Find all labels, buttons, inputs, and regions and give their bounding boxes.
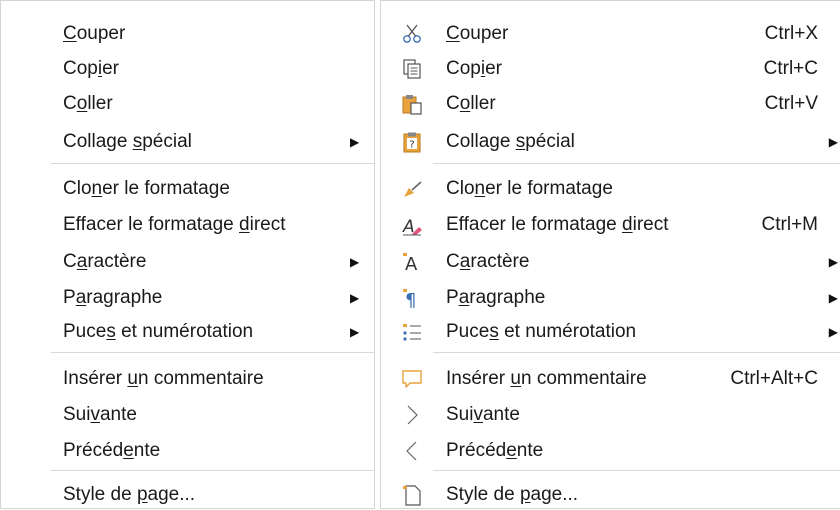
menu-separator <box>51 163 374 164</box>
copy-icon <box>401 58 423 80</box>
submenu-arrow-icon: ▶ <box>828 325 838 339</box>
menu-item-style-de-page[interactable]: Style de page... <box>1 480 374 510</box>
menu-item-couper[interactable]: Couper <box>1 19 374 49</box>
paragraph-icon: ¶ <box>401 287 423 309</box>
menu-item-puces-numerotation[interactable]: Puces et numérotation ▶ <box>1 317 374 347</box>
menu-item-collage-special[interactable]: Collage spécial ▶ <box>1 127 374 157</box>
menu-item-label: Puces et numérotation <box>63 321 254 342</box>
menu-item-label: Suivante <box>446 404 520 425</box>
menu-item-label: Couper <box>63 23 126 44</box>
menu-item-label: Caractère <box>446 251 530 272</box>
menu-item-label: Effacer le formatage direct <box>446 214 669 235</box>
menu-item-effacer-formatage[interactable]: A Effacer le formatage direct Ctrl+M <box>381 210 840 240</box>
menu-item-label: Couper <box>446 23 509 44</box>
menu-item-label: Copier <box>63 58 119 79</box>
clear-formatting-icon: A <box>401 214 423 236</box>
menu-item-copier[interactable]: Copier Ctrl+C <box>381 54 840 84</box>
menu-item-label: Paragraphe <box>63 287 163 308</box>
menu-separator <box>51 470 374 471</box>
bullets-numbering-icon <box>401 321 423 343</box>
next-icon <box>401 404 423 426</box>
clone-brush-icon <box>401 178 423 200</box>
menu-item-suivante[interactable]: Suivante <box>381 400 840 430</box>
submenu-arrow-icon: ▶ <box>350 325 360 339</box>
shortcut-label: Ctrl+M <box>761 214 818 235</box>
menu-item-paragraphe[interactable]: Paragraphe ▶ <box>1 283 374 313</box>
menu-item-caractere[interactable]: A Caractère ▶ <box>381 247 840 277</box>
menu-item-label: Effacer le formatage direct <box>63 214 286 235</box>
paste-icon <box>401 93 423 115</box>
menu-item-precedente[interactable]: Précédente <box>381 436 840 466</box>
menu-item-label: Copier <box>446 58 502 79</box>
menu-item-label: Insérer un commentaire <box>446 368 647 389</box>
menu-item-label: Précédente <box>63 440 161 461</box>
svg-text:?: ? <box>409 140 414 151</box>
menu-item-label: Collage spécial <box>63 131 192 152</box>
shortcut-label: Ctrl+V <box>764 93 818 114</box>
shortcut-label: Ctrl+C <box>763 58 818 79</box>
menu-item-label: Collage spécial <box>446 131 575 152</box>
page-style-icon <box>401 484 423 506</box>
menu-separator <box>433 470 840 471</box>
comment-icon <box>401 368 423 390</box>
menu-item-inserer-commentaire[interactable]: Insérer un commentaire Ctrl+Alt+C <box>381 364 840 394</box>
menu-item-suivante[interactable]: Suivante <box>1 400 374 430</box>
menu-item-label: Cloner le formatage <box>63 178 230 199</box>
menu-item-effacer-formatage[interactable]: Effacer le formatage direct <box>1 210 374 240</box>
menu-item-cloner-formatage[interactable]: Cloner le formatage <box>381 174 840 204</box>
menu-item-collage-special[interactable]: ? Collage spécial ▶ <box>381 127 840 157</box>
menu-item-caractere[interactable]: Caractère ▶ <box>1 247 374 277</box>
submenu-arrow-icon: ▶ <box>350 135 360 149</box>
menu-item-coller[interactable]: Coller <box>1 89 374 119</box>
menu-item-label: Style de page... <box>446 484 579 505</box>
submenu-arrow-icon: ▶ <box>350 291 360 305</box>
submenu-arrow-icon: ▶ <box>828 135 838 149</box>
menu-item-label: Coller <box>446 93 496 114</box>
menu-item-cloner-formatage[interactable]: Cloner le formatage <box>1 174 374 204</box>
menu-item-label: Style de page... <box>63 484 196 505</box>
character-icon: A <box>401 251 423 273</box>
menu-item-precedente[interactable]: Précédente <box>1 436 374 466</box>
submenu-arrow-icon: ▶ <box>828 291 838 305</box>
menu-item-paragraphe[interactable]: ¶ Paragraphe ▶ <box>381 283 840 313</box>
menu-item-style-de-page[interactable]: Style de page... <box>381 480 840 510</box>
submenu-arrow-icon: ▶ <box>350 255 360 269</box>
menu-separator <box>433 352 840 353</box>
menu-item-label: Puces et numérotation <box>446 321 637 342</box>
menu-item-puces-numerotation[interactable]: Puces et numérotation ▶ <box>381 317 840 347</box>
menu-item-label: Caractère <box>63 251 147 272</box>
menu-item-coller[interactable]: Coller Ctrl+V <box>381 89 840 119</box>
menu-separator <box>51 352 374 353</box>
menu-item-label: Précédente <box>446 440 544 461</box>
submenu-arrow-icon: ▶ <box>828 255 838 269</box>
svg-text:¶: ¶ <box>405 290 416 309</box>
shortcut-label: Ctrl+X <box>764 23 818 44</box>
menu-item-couper[interactable]: Couper Ctrl+X <box>381 19 840 49</box>
menu-item-label: Insérer un commentaire <box>63 368 264 389</box>
shortcut-label: Ctrl+Alt+C <box>730 368 818 389</box>
menu-separator <box>433 163 840 164</box>
menu-item-label: Paragraphe <box>446 287 546 308</box>
menu-item-label: Cloner le formatage <box>446 178 613 199</box>
menu-item-inserer-commentaire[interactable]: Insérer un commentaire <box>1 364 374 394</box>
context-menu-text-only: Couper Copier Coller Collage spécial ▶ C… <box>0 0 375 509</box>
context-menu-with-icons: Couper Ctrl+X Copier Ctrl+C Coller Ctrl+… <box>380 0 840 509</box>
menu-item-label: Coller <box>63 93 113 114</box>
svg-text:A: A <box>402 217 415 236</box>
scissors-icon <box>401 23 423 45</box>
svg-text:A: A <box>405 254 418 273</box>
paste-special-icon: ? <box>401 131 423 153</box>
previous-icon <box>401 440 423 462</box>
menu-item-label: Suivante <box>63 404 137 425</box>
menu-item-copier[interactable]: Copier <box>1 54 374 84</box>
